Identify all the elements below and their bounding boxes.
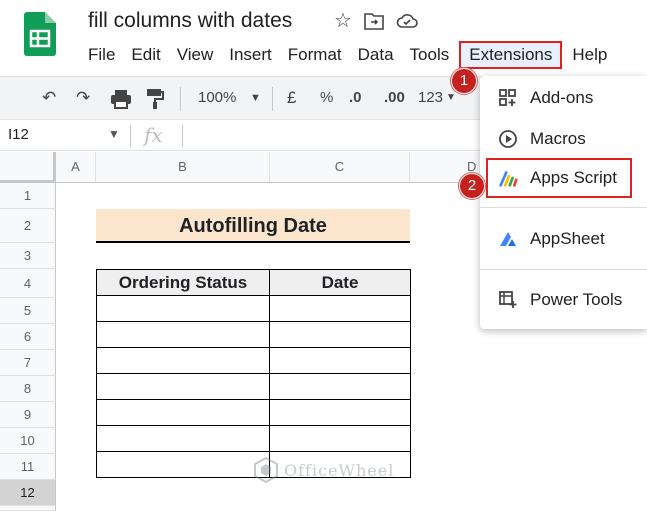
row-header[interactable]: 2	[0, 209, 56, 243]
name-box[interactable]: I12	[8, 126, 29, 143]
menu-insert[interactable]: Insert	[221, 42, 280, 68]
zoom-select[interactable]: 100%	[198, 87, 236, 109]
data-table: Ordering Status Date	[96, 269, 411, 478]
table-row	[96, 295, 411, 322]
menu-item-apps-script[interactable]: Apps Script	[486, 158, 632, 198]
menu-item-label: Power Tools	[530, 290, 623, 309]
redo-icon[interactable]: ↷	[76, 87, 90, 109]
table-cell[interactable]	[269, 399, 411, 426]
table-row	[96, 373, 411, 400]
table-cell[interactable]	[96, 425, 270, 452]
select-all-corner[interactable]	[0, 152, 56, 183]
chevron-down-icon[interactable]: ▼	[250, 87, 261, 109]
menu-extensions[interactable]: Extensions	[459, 41, 563, 69]
step-badge-1: 1	[451, 68, 477, 94]
menu-data[interactable]: Data	[350, 42, 402, 68]
decrease-decimal-button[interactable]: .0	[349, 87, 362, 109]
menu-help[interactable]: Help	[564, 42, 615, 68]
menu-item-label: Add-ons	[530, 88, 594, 107]
table-cell[interactable]	[96, 451, 270, 478]
star-icon[interactable]: ☆	[334, 10, 352, 32]
row-header[interactable]: 1	[0, 183, 56, 209]
currency-format-button[interactable]: £	[287, 87, 296, 109]
document-title[interactable]: fill columns with dates	[88, 9, 292, 33]
menu-item-label: Apps Script	[530, 168, 617, 187]
table-cell[interactable]	[96, 321, 270, 348]
table-header-ordering-status[interactable]: Ordering Status	[96, 269, 270, 296]
step-badge-2: 2	[459, 173, 485, 199]
menu-item-label: Macros	[530, 129, 586, 148]
table-cell[interactable]	[96, 399, 270, 426]
row-header[interactable]: 12	[0, 480, 56, 506]
menu-file[interactable]: File	[80, 42, 123, 68]
table-header-date[interactable]: Date	[269, 269, 411, 296]
menu-item-label: AppSheet	[530, 229, 605, 248]
sheets-logo-icon[interactable]	[24, 12, 56, 56]
add-ons-icon	[498, 88, 518, 108]
print-icon[interactable]	[110, 89, 132, 109]
row-header[interactable]: 7	[0, 350, 56, 376]
menu-view[interactable]: View	[169, 42, 222, 68]
column-header[interactable]: B	[96, 152, 270, 183]
row-header[interactable]: 9	[0, 402, 56, 428]
menu-tools[interactable]: Tools	[402, 42, 458, 68]
apps-script-icon	[498, 168, 518, 188]
menu-item-macros[interactable]: Macros	[480, 119, 647, 159]
table-cell[interactable]	[96, 373, 270, 400]
appsheet-icon	[498, 229, 518, 249]
sheet-heading[interactable]: Autofilling Date	[96, 209, 410, 243]
table-cell[interactable]	[269, 295, 411, 322]
row-header[interactable]: 5	[0, 298, 56, 324]
table-cell[interactable]	[96, 347, 270, 374]
watermark-text: OfficeWheel	[284, 461, 395, 480]
undo-icon[interactable]: ↶	[42, 87, 56, 109]
move-folder-icon[interactable]	[364, 12, 384, 30]
menu-bar: File Edit View Insert Format Data Tools …	[80, 41, 615, 69]
menu-format[interactable]: Format	[280, 42, 350, 68]
table-cell[interactable]	[269, 347, 411, 374]
increase-decimal-button[interactable]: .00	[384, 87, 405, 109]
menu-item-appsheet[interactable]: AppSheet	[480, 219, 647, 259]
percent-format-button[interactable]: %	[320, 87, 333, 109]
macros-play-icon	[498, 129, 518, 149]
column-header[interactable]: C	[270, 152, 410, 183]
row-header[interactable]: 10	[0, 428, 56, 454]
menu-edit[interactable]: Edit	[123, 42, 168, 68]
table-row	[96, 347, 411, 374]
watermark-logo-icon	[254, 456, 278, 484]
column-header[interactable]: A	[56, 152, 96, 183]
row-header[interactable]: 11	[0, 454, 56, 480]
menu-item-add-ons[interactable]: Add-ons	[480, 78, 647, 118]
row-header	[0, 506, 56, 511]
table-row	[96, 399, 411, 426]
row-header[interactable]: 8	[0, 376, 56, 402]
table-cell[interactable]	[269, 321, 411, 348]
row-header[interactable]: 6	[0, 324, 56, 350]
power-tools-icon	[498, 290, 518, 310]
cloud-status-icon[interactable]	[396, 12, 418, 30]
table-cell[interactable]	[269, 373, 411, 400]
row-header[interactable]: 4	[0, 269, 56, 298]
chevron-down-icon[interactable]: ▼	[108, 127, 120, 141]
table-row	[96, 425, 411, 452]
table-cell[interactable]	[269, 425, 411, 452]
table-cell[interactable]	[96, 295, 270, 322]
table-row	[96, 321, 411, 348]
paint-format-icon[interactable]	[146, 88, 164, 110]
menu-item-power-tools[interactable]: Power Tools	[480, 280, 647, 320]
more-formats-button[interactable]: 123	[418, 87, 443, 109]
row-header[interactable]: 3	[0, 243, 56, 269]
extensions-dropdown: Add-ons Macros Apps Script AppSheet Powe…	[480, 76, 647, 329]
fx-icon: fx	[144, 123, 163, 147]
